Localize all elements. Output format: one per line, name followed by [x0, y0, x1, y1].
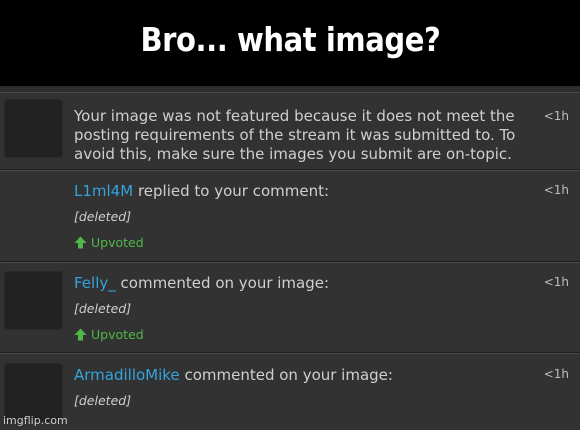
- notification-action: commented on your image:: [184, 366, 393, 384]
- notification-item[interactable]: Your image was not featured because it d…: [0, 92, 580, 170]
- notification-message: Your image was not featured because it d…: [74, 107, 516, 163]
- notification-time: <1h: [543, 109, 569, 123]
- up-arrow-icon: [74, 328, 87, 341]
- notification-action: replied to your comment:: [137, 182, 330, 200]
- username-link[interactable]: L1ml4M: [74, 182, 133, 200]
- imgflip-watermark: imgflip.com: [3, 414, 68, 427]
- notification-headline: L1ml4M replied to your comment:: [74, 182, 520, 201]
- notification-headline: Felly_ commented on your image:: [74, 274, 520, 293]
- caption-text: Bro... what image?: [140, 19, 440, 59]
- notification-time: <1h: [543, 183, 569, 197]
- notification-headline: ArmadilloMike commented on your image:: [74, 366, 520, 385]
- username-link[interactable]: ArmadilloMike: [74, 366, 180, 384]
- comment-content: [deleted]: [74, 393, 132, 408]
- avatar[interactable]: [4, 271, 63, 330]
- upvoted-label: Upvoted: [91, 235, 144, 250]
- notification-item[interactable]: Felly_ commented on your image: [deleted…: [0, 262, 580, 353]
- notification-item[interactable]: L1ml4M replied to your comment: [deleted…: [0, 170, 580, 262]
- up-arrow-icon: [74, 236, 87, 249]
- username-link[interactable]: Felly_: [74, 274, 116, 292]
- notification-action: commented on your image:: [120, 274, 330, 292]
- avatar[interactable]: [4, 99, 63, 158]
- comment-content: [deleted]: [74, 209, 132, 224]
- notification-time: <1h: [543, 275, 569, 289]
- notification-feed: Your image was not featured because it d…: [0, 86, 580, 430]
- notification-item[interactable]: ArmadilloMike commented on your image: […: [0, 353, 580, 430]
- upvoted-label: Upvoted: [91, 327, 144, 342]
- notification-time: <1h: [543, 367, 569, 381]
- upvoted-status: Upvoted: [74, 235, 144, 250]
- upvoted-status: Upvoted: [74, 327, 144, 342]
- meme-caption: Bro... what image?: [0, 0, 580, 86]
- comment-content: [deleted]: [74, 301, 132, 316]
